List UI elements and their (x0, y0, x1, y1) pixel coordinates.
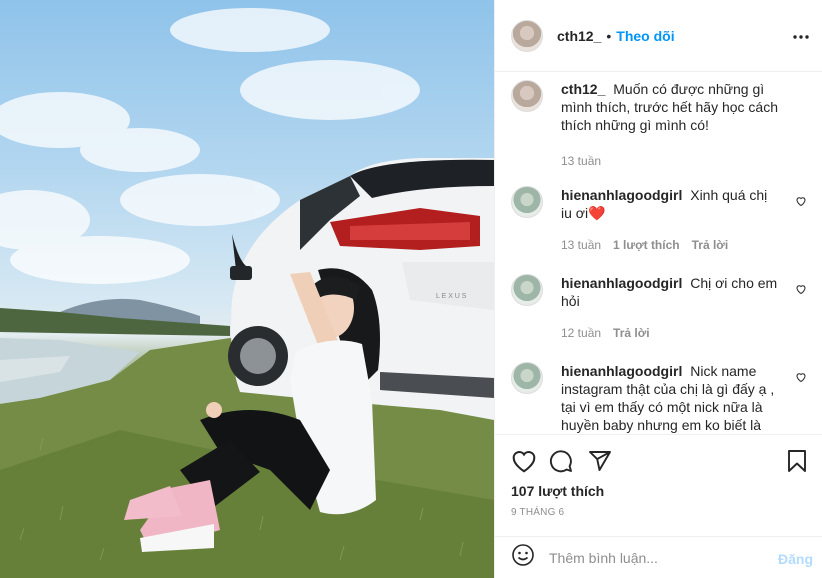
comment-username[interactable]: hienanhlagoodgirl (561, 187, 682, 203)
caption-row: cth12_ Muốn có được những gì mình thích,… (511, 80, 811, 170)
comment-body: hienanhlagoodgirl Chị ơi cho em hỏi 12 t… (561, 274, 781, 342)
author-avatar[interactable] (511, 19, 543, 52)
comment-item: hienanhlagoodgirl Nick name instagram th… (511, 362, 811, 434)
reply-button[interactable]: Trả lời (692, 236, 729, 254)
post-comment-button[interactable]: Đăng (778, 551, 813, 567)
commenter-avatar[interactable] (511, 186, 543, 218)
comments-list[interactable]: cth12_ Muốn có được những gì mình thích,… (495, 72, 822, 434)
caption-body: cth12_ Muốn có được những gì mình thích,… (561, 80, 781, 170)
caption-author-avatar[interactable] (511, 80, 543, 112)
likes-count[interactable]: 107 lượt thích (511, 483, 604, 499)
add-comment-bar: Đăng (495, 536, 822, 578)
commenter-avatar[interactable] (511, 362, 543, 394)
comment-username[interactable]: hienanhlagoodgirl (561, 275, 682, 291)
like-comment-heart-icon[interactable] (795, 370, 807, 388)
reply-button[interactable]: Trả lời (613, 324, 650, 342)
photo-illustration: L E X U S (0, 8, 494, 578)
more-options-icon[interactable] (793, 26, 809, 44)
heart-emoji: ❤️ (588, 205, 606, 221)
follow-button[interactable]: Theo dõi (616, 28, 674, 44)
comment-meta: 12 tuần Trả lời (561, 324, 781, 342)
author-username[interactable]: cth12_ (557, 28, 601, 44)
post-header: cth12_ • Theo dõi (495, 0, 822, 72)
svg-text:L E X U S: L E X U S (436, 293, 467, 300)
comment-body: hienanhlagoodgirl Nick name instagram th… (561, 362, 781, 434)
post-photo[interactable]: L E X U S (0, 0, 494, 578)
comment-time[interactable]: 12 tuần (561, 324, 601, 342)
comment-body: hienanhlagoodgirl Xinh quá chị iu ơi❤️ 1… (561, 186, 781, 254)
comment-username[interactable]: hienanhlagoodgirl (561, 363, 682, 379)
smiley-icon[interactable] (511, 543, 535, 572)
comment-likes[interactable]: 1 lượt thích (613, 236, 680, 254)
separator-dot: • (606, 27, 612, 44)
post-side-panel: cth12_ • Theo dõi cth12_ Muốn có được nh… (494, 0, 822, 578)
like-comment-heart-icon[interactable] (795, 194, 807, 212)
instagram-post-modal: L E X U S cth12_ • Theo dõi cth12_ Muốn … (0, 0, 822, 578)
comment-input[interactable] (549, 549, 769, 566)
comment-item: hienanhlagoodgirl Chị ơi cho em hỏi 12 t… (511, 274, 811, 342)
caption-time[interactable]: 13 tuần (561, 152, 601, 170)
commenter-avatar[interactable] (511, 274, 543, 306)
post-date[interactable]: 9 THÁNG 6 (511, 507, 564, 518)
caption-username[interactable]: cth12_ (561, 81, 605, 97)
comment-meta: 13 tuần 1 lượt thích Trả lời (561, 236, 781, 254)
caption-meta: 13 tuần (561, 152, 781, 170)
comment-time[interactable]: 13 tuần (561, 236, 601, 254)
comment-icon[interactable] (549, 449, 573, 478)
comment-item: hienanhlagoodgirl Xinh quá chị iu ơi❤️ 1… (511, 186, 811, 254)
like-comment-heart-icon[interactable] (795, 282, 807, 300)
send-icon[interactable] (588, 449, 612, 478)
heart-icon[interactable] (511, 449, 537, 478)
bookmark-icon[interactable] (786, 449, 808, 478)
